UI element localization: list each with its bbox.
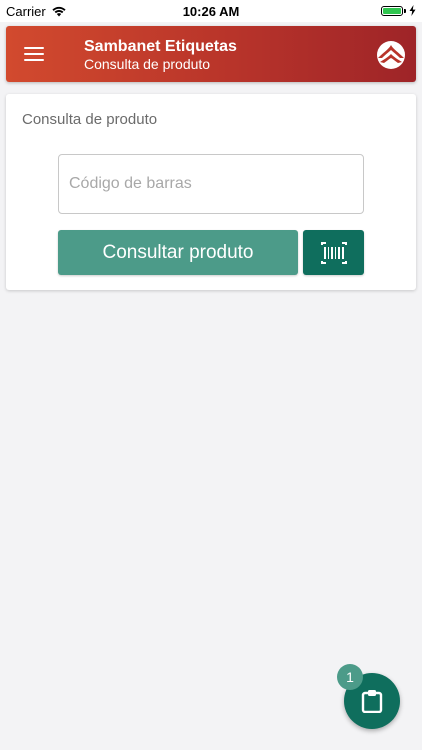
sambanet-logo-icon <box>377 41 405 69</box>
status-time: 10:26 AM <box>182 4 240 19</box>
app-bar: Sambanet Etiquetas Consulta de produto <box>6 26 416 82</box>
menu-button[interactable] <box>20 40 48 68</box>
card-title: Consulta de produto <box>22 111 158 128</box>
title-block: Sambanet Etiquetas Consulta de produto <box>84 37 237 73</box>
barcode-scan-icon <box>320 241 347 264</box>
scan-barcode-button[interactable] <box>303 230 364 275</box>
hamburger-menu-icon <box>24 47 44 61</box>
status-bar: Carrier 10:26 AM <box>0 0 422 22</box>
barcode-input[interactable] <box>58 154 364 214</box>
product-lookup-card: Consulta de produto Consultar produto <box>6 94 416 290</box>
clipboard-icon <box>361 690 383 713</box>
app-title: Sambanet Etiquetas <box>84 38 237 55</box>
battery-icon <box>381 5 403 16</box>
fab-count-badge: 1 <box>337 664 363 690</box>
consult-product-button[interactable]: Consultar produto <box>58 230 298 275</box>
charging-bolt-icon <box>409 5 416 16</box>
battery-indicator <box>381 5 416 16</box>
app-subtitle: Consulta de produto <box>84 56 211 72</box>
